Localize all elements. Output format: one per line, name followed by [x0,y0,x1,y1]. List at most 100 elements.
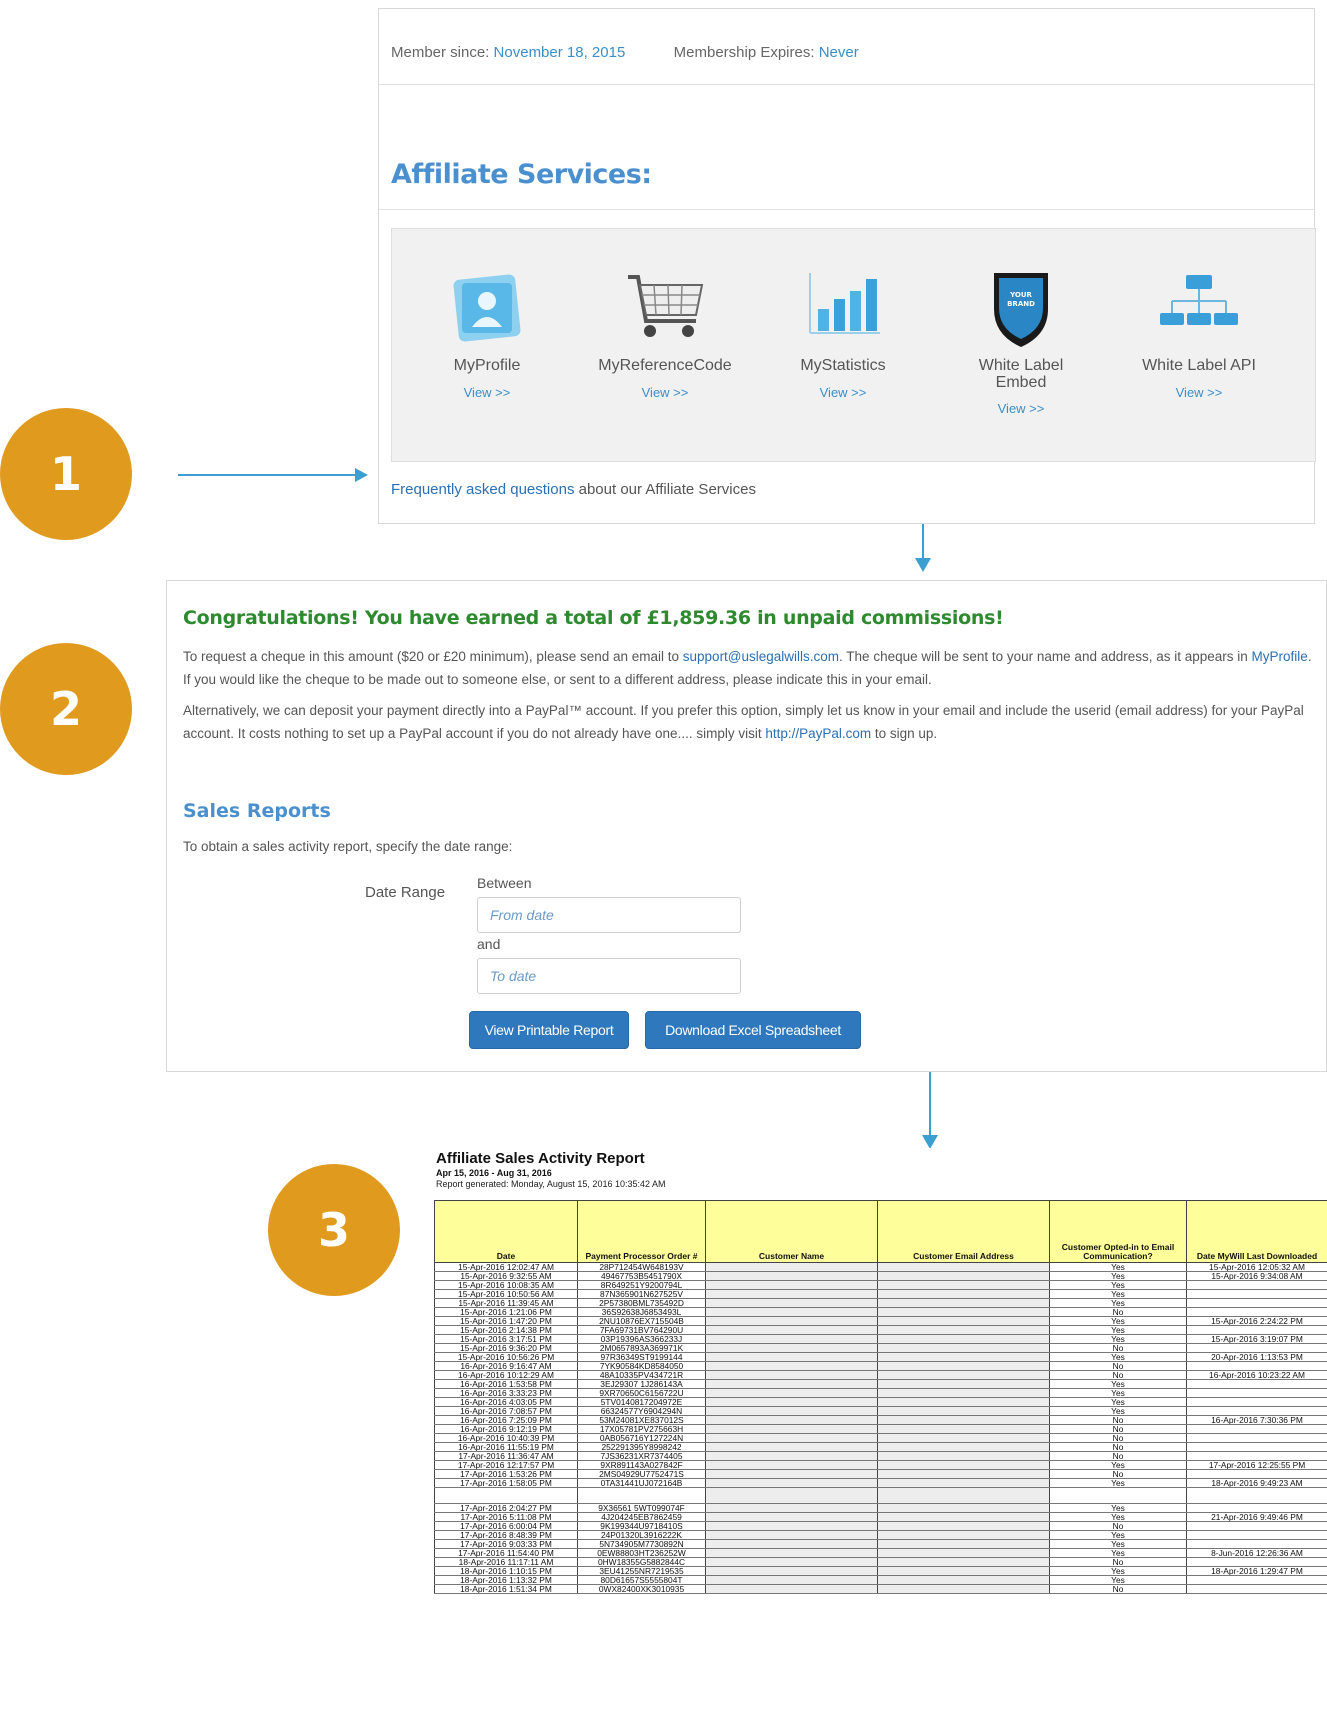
paypal-link[interactable]: http://PayPal.com [765,726,871,741]
cell-order: 5TV0140817204972E [577,1397,706,1407]
cell-last-downloaded [1186,1503,1327,1513]
cell-last-downloaded: 16-Apr-2016 10:23:22 AM [1186,1370,1327,1380]
paypal-text: Alternatively, we can deposit your payme… [183,703,1304,741]
table-row: 18-Apr-2016 1:13:32 PM 80D61657S5555804T Y… [434,1575,1327,1585]
cell-opted-in: Yes [1049,1548,1187,1558]
cell-order: 7FA69731BV764290U [577,1325,706,1335]
cell-customer-name [705,1325,878,1335]
cell-opted-in: Yes [1049,1406,1187,1416]
cell-date: 16-Apr-2016 3:33:23 PM [434,1388,578,1398]
cell-date: 16-Apr-2016 1:53:58 PM [434,1379,578,1389]
cheque-text: To request a cheque in this amount ($20 … [183,649,683,664]
table-row: 17-Apr-2016 8:48:39 PM 24P01320L3916222K Y… [434,1530,1327,1540]
table-row: 15-Apr-2016 10:56:26 PM 97R36349ST9199144… [434,1352,1327,1362]
sales-reports-instructions: To obtain a sales activity report, speci… [183,839,513,854]
cell-date: 16-Apr-2016 10:40:39 PM [434,1433,578,1443]
view-link[interactable]: View >> [754,385,932,400]
cell-customer-email [877,1289,1050,1299]
faq-text: about our Affiliate Services [578,481,756,498]
cell-opted-in: No [1049,1521,1187,1531]
cell-opted-in: No [1049,1424,1187,1434]
cell-date: 17-Apr-2016 5:11:08 PM [434,1512,578,1522]
table-row: 15-Apr-2016 2:14:38 PM 7FA69731BV764290U Y… [434,1325,1327,1335]
cheque-paragraph: To request a cheque in this amount ($20 … [183,645,1313,691]
view-link[interactable]: View >> [398,385,576,400]
cell-opted-in: Yes [1049,1352,1187,1362]
cell-date: 15-Apr-2016 1:21:06 PM [434,1307,578,1317]
to-date-input[interactable] [477,958,741,994]
col-opted-in: Customer Opted-in to Email Communication… [1049,1200,1187,1263]
cell-order: 7YK90584KD8584050 [577,1361,706,1371]
service-name: MyProfile [453,357,521,374]
cell-date: 16-Apr-2016 9:16:47 AM [434,1361,578,1371]
step-1-badge: 1 [0,408,132,540]
cell-customer-email [877,1557,1050,1567]
table-row: 16-Apr-2016 3:33:23 PM 9XR70650C6156722U Y… [434,1388,1327,1398]
service-white-label-embed[interactable]: YOUR BRAND White Label Embed View >> [932,229,1110,463]
support-email-link[interactable]: support@uslegalwills.com [683,649,839,664]
cell-date: 16-Apr-2016 7:25:09 PM [434,1415,578,1425]
cell-last-downloaded [1186,1343,1327,1353]
myprofile-link[interactable]: MyProfile [1252,649,1308,664]
cell-customer-name [705,1512,878,1522]
cell-order: 0HW18355G5882844C [577,1557,706,1567]
cell-opted-in: No [1049,1433,1187,1443]
cell-customer-email [877,1521,1050,1531]
cell-customer-name [705,1271,878,1281]
cell-order: 7JS36231XR7374405 [577,1451,706,1461]
cell-opted-in: No [1049,1442,1187,1452]
cell-opted-in: No [1049,1361,1187,1371]
col-order: Payment Processor Order # [577,1200,706,1263]
table-row: 17-Apr-2016 5:11:08 PM 4J204245EB7862459 Y… [434,1512,1327,1522]
cell-customer-email [877,1433,1050,1443]
cell-last-downloaded [1186,1575,1327,1585]
cell-opted-in: Yes [1049,1575,1187,1585]
cell-date: 15-Apr-2016 9:32:55 AM [434,1271,578,1281]
cell-customer-name [705,1469,878,1479]
cell-customer-email [877,1530,1050,1540]
cell-order: 2MS04929U7752471S [577,1469,706,1479]
cell-date: 17-Apr-2016 2:04:27 PM [434,1503,578,1513]
cell-customer-name [705,1352,878,1362]
cell-opted-in: No [1049,1415,1187,1425]
shield-brand-icon: YOUR BRAND [932,269,1110,349]
cell-last-downloaded [1186,1388,1327,1398]
cell-date: 18-Apr-2016 1:13:32 PM [434,1575,578,1585]
table-row: 16-Apr-2016 10:40:39 PM 0AB056716Y127224N… [434,1433,1327,1443]
cell-customer-email [877,1262,1050,1272]
cell-customer-email [877,1280,1050,1290]
view-printable-report-button[interactable]: View Printable Report [469,1011,629,1049]
cell-date: 17-Apr-2016 11:54:40 PM [434,1548,578,1558]
download-excel-button[interactable]: Download Excel Spreadsheet [645,1011,861,1049]
cell-order: 0AB056716Y127224N [577,1433,706,1443]
service-myprofile[interactable]: MyProfile View >> [398,229,576,463]
cell-customer-name [705,1548,878,1558]
service-myreferencecode[interactable]: MyReferenceCode View >> [576,229,754,463]
view-link[interactable]: View >> [932,401,1110,416]
service-mystatistics[interactable]: MyStatistics View >> [754,229,932,463]
cell-date: 15-Apr-2016 11:39:45 AM [434,1298,578,1308]
cell-date: 15-Apr-2016 1:47:20 PM [434,1316,578,1326]
and-label: and [477,936,501,952]
step-2-badge: 2 [0,643,132,775]
cell-customer-email [877,1442,1050,1452]
table-row: 16-Apr-2016 11:55:19 PM 252291395Y8998242… [434,1442,1327,1452]
view-link[interactable]: View >> [576,385,754,400]
cell-customer-email [877,1469,1050,1479]
cell-order: 9XR891143A027842F [577,1460,706,1470]
view-link[interactable]: View >> [1110,385,1288,400]
cell-last-downloaded: 15-Apr-2016 3:19:07 PM [1186,1334,1327,1344]
faq-link[interactable]: Frequently asked questions [391,481,574,498]
table-row: 15-Apr-2016 1:47:20 PM 2NU10876EX715504B Y… [434,1316,1327,1326]
table-row: 15-Apr-2016 12:02:47 AM 28P712454W648193V… [434,1262,1327,1272]
cell-date: 17-Apr-2016 1:53:26 PM [434,1469,578,1479]
expires-label: Membership Expires: [673,44,815,61]
svg-text:BRAND: BRAND [1007,300,1035,308]
cell-customer-name [705,1316,878,1326]
table-row: 16-Apr-2016 9:12:19 PM 17X05781PV275663H N… [434,1424,1327,1434]
report-date-range: Apr 15, 2016 - Aug 31, 2016 [436,1168,552,1178]
cell-date: 17-Apr-2016 11:36:47 AM [434,1451,578,1461]
from-date-input[interactable] [477,897,741,933]
cell-opted-in: Yes [1049,1503,1187,1513]
service-white-label-api[interactable]: White Label API View >> [1110,229,1288,463]
